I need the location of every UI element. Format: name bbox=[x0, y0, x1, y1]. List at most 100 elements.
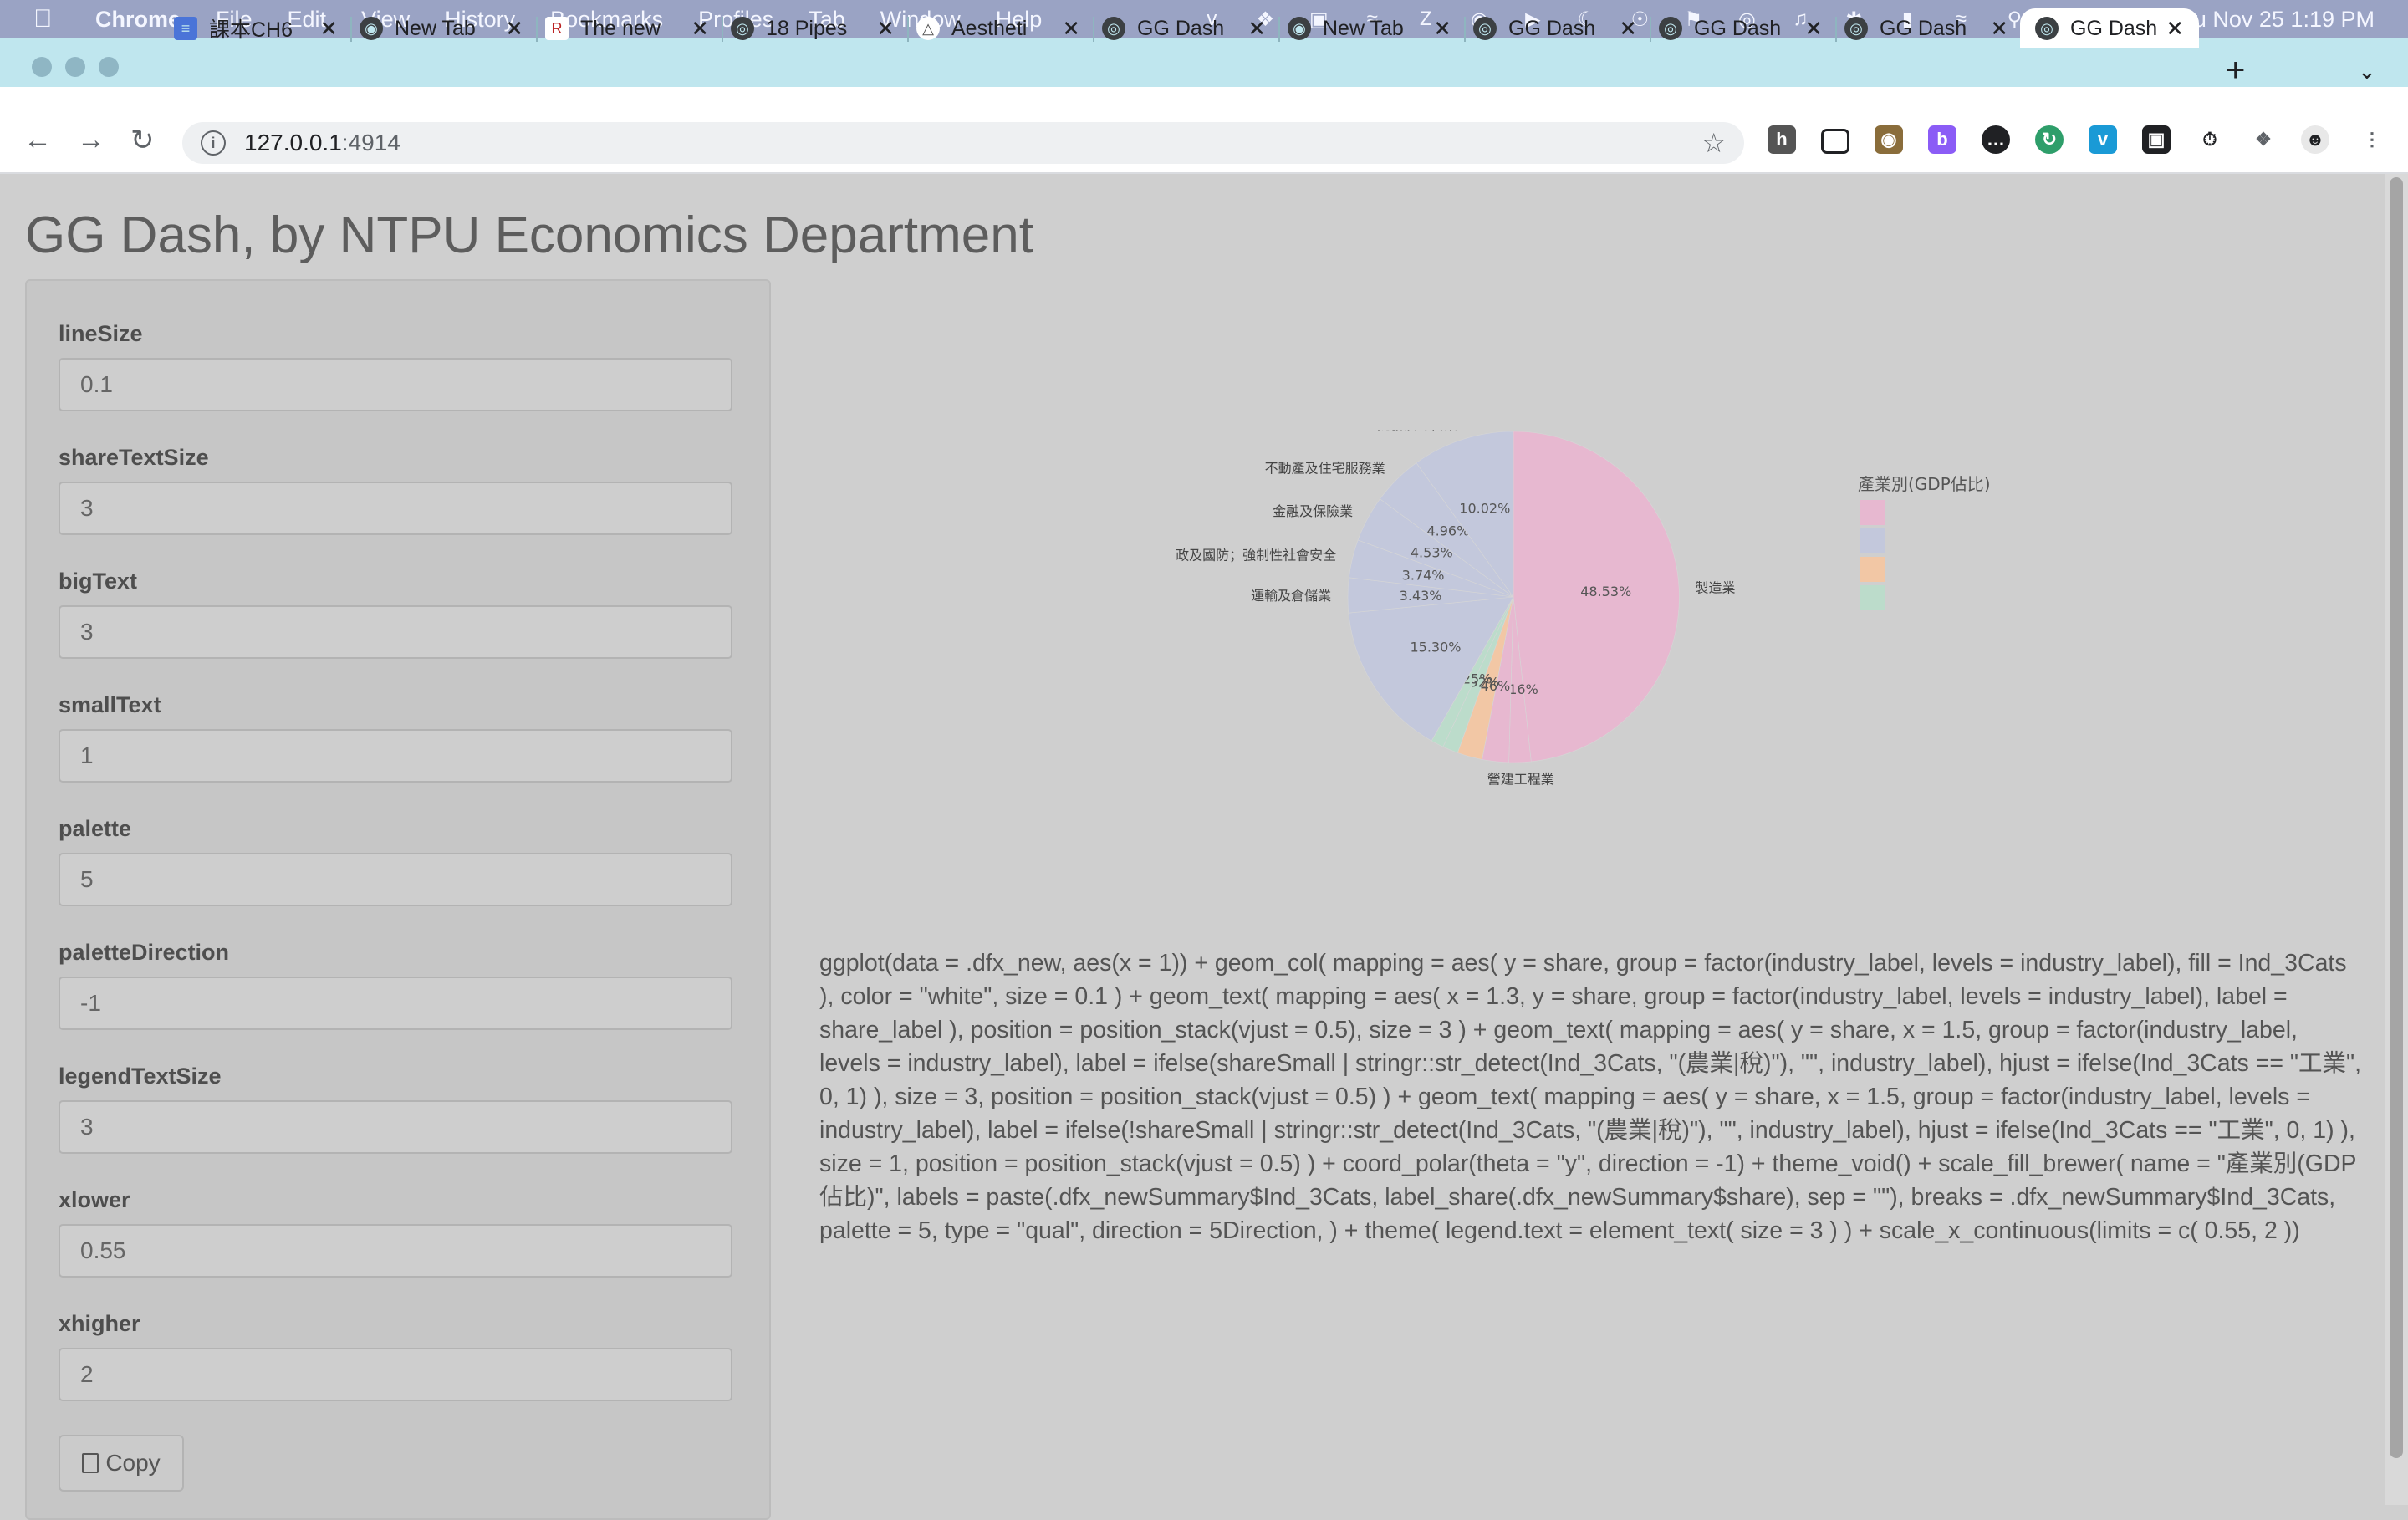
pie-category-label-8: 政及國防；強制性社會安全 bbox=[1176, 548, 1336, 564]
tab-active[interactable]: ◎ GG Dash ✕ bbox=[2020, 8, 2199, 48]
close-window-button[interactable] bbox=[32, 57, 52, 77]
timer-icon[interactable]: ⏱ bbox=[2196, 125, 2224, 154]
pie-share-label-6: 15.30% bbox=[1410, 639, 1461, 655]
tab-title: GG Dash bbox=[1880, 16, 1967, 40]
tab-1[interactable]: ≡ 課本CH6 ✕ bbox=[174, 8, 338, 48]
input-shareTextSize[interactable]: 3 bbox=[59, 482, 732, 535]
page-title: GG Dash, by NTPU Economics Department bbox=[25, 207, 1033, 264]
menu-app-name[interactable]: Chrome bbox=[95, 7, 181, 33]
close-tab-icon[interactable]: ✕ bbox=[1247, 16, 1266, 42]
close-tab-icon[interactable]: ✕ bbox=[1062, 16, 1080, 42]
tab-5[interactable]: △ Aestheti ✕ bbox=[907, 8, 1080, 48]
copy-button[interactable]: Copy bbox=[59, 1435, 184, 1492]
sync-icon[interactable]: ↻ bbox=[2035, 125, 2064, 154]
minimize-window-button[interactable] bbox=[65, 57, 85, 77]
pie-category-label-7: 運輸及倉儲業 bbox=[1251, 588, 1331, 604]
globe-icon: ◎ bbox=[1473, 17, 1497, 40]
tab-4[interactable]: ◎ 18 Pipes ✕ bbox=[722, 8, 895, 48]
input-xlower[interactable]: 0.55 bbox=[59, 1224, 732, 1278]
tab-7[interactable]: ◉ New Tab ✕ bbox=[1278, 8, 1451, 48]
close-tab-icon[interactable]: ✕ bbox=[876, 16, 895, 42]
tab-title: GG Dash bbox=[1694, 16, 1782, 40]
close-tab-icon[interactable]: ✕ bbox=[691, 16, 709, 42]
input-paletteDirection[interactable]: -1 bbox=[59, 977, 732, 1030]
square-ext-icon[interactable]: ▣ bbox=[2142, 125, 2171, 154]
label-xhigher: xhigher bbox=[59, 1311, 140, 1336]
label-smallText: smallText bbox=[59, 692, 161, 717]
docs-icon: ≡ bbox=[174, 17, 197, 40]
tab-title: New Tab bbox=[1323, 16, 1404, 40]
close-tab-icon[interactable]: ✕ bbox=[505, 16, 523, 42]
close-tab-icon[interactable]: ✕ bbox=[2166, 16, 2184, 42]
url-host: 127.0.0.1 bbox=[244, 130, 342, 156]
label-lineSize: lineSize bbox=[59, 321, 143, 346]
close-tab-icon[interactable]: ✕ bbox=[319, 16, 338, 42]
clipboard-icon bbox=[82, 1453, 99, 1473]
legend-title: 產業別(GDP佔比) bbox=[1858, 474, 1991, 494]
pie-category-label-9: 金融及保險業 bbox=[1273, 503, 1353, 519]
bookmark-star-icon[interactable]: ☆ bbox=[1701, 127, 1726, 159]
tab-10[interactable]: ◎ GG Dash ✕ bbox=[1835, 8, 2008, 48]
tab-search-icon[interactable]: ⌄ bbox=[2358, 59, 2376, 84]
extension-h-icon[interactable]: h bbox=[1768, 125, 1796, 154]
legend-key-1 bbox=[1860, 528, 1885, 553]
zoom-window-button[interactable] bbox=[99, 57, 119, 77]
extension-b-icon[interactable]: b bbox=[1928, 125, 1956, 154]
pip-icon[interactable] bbox=[1821, 129, 1849, 154]
label-paletteDirection: paletteDirection bbox=[59, 940, 230, 965]
close-tab-icon[interactable]: ✕ bbox=[1619, 16, 1637, 42]
globe-icon: ◎ bbox=[731, 17, 754, 40]
tab-6[interactable]: ◎ GG Dash ✕ bbox=[1093, 8, 1266, 48]
tab-title: The new bbox=[580, 16, 661, 40]
input-palette[interactable]: 5 bbox=[59, 853, 732, 906]
label-legendTextSize: legendTextSize bbox=[59, 1063, 222, 1089]
cran-icon: △ bbox=[916, 17, 940, 40]
label-shareTextSize: shareTextSize bbox=[59, 445, 209, 470]
input-legendTextSize[interactable]: 3 bbox=[59, 1100, 732, 1154]
profile-avatar[interactable]: ☻ bbox=[2301, 125, 2329, 154]
url-text[interactable]: 127.0.0.1:4914 bbox=[244, 130, 400, 156]
globe-icon: ◎ bbox=[1844, 17, 1868, 40]
input-lineSize[interactable]: 0.1 bbox=[59, 358, 732, 411]
tab-title: 課本CH6 bbox=[209, 18, 293, 42]
chrome-icon: ◉ bbox=[1288, 17, 1311, 40]
input-bigText[interactable]: 3 bbox=[59, 605, 732, 659]
tab-title: GG Dash bbox=[1137, 16, 1225, 40]
input-xhigher[interactable]: 2 bbox=[59, 1348, 732, 1401]
forward-button[interactable]: → bbox=[77, 124, 105, 156]
label-xlower: xlower bbox=[59, 1187, 130, 1212]
tab-title: New Tab bbox=[395, 16, 476, 40]
vimeo-ext-icon[interactable]: v bbox=[2089, 125, 2117, 154]
pie-share-label-11: 10.02% bbox=[1459, 501, 1510, 517]
input-smallText[interactable]: 1 bbox=[59, 729, 732, 783]
tab-title: 18 Pipes bbox=[766, 16, 848, 40]
input-sidebar: lineSize 0.1 shareTextSize 3 bigText 3 s… bbox=[25, 279, 771, 1520]
close-tab-icon[interactable]: ✕ bbox=[1433, 16, 1451, 42]
globe-icon: ◎ bbox=[1659, 17, 1682, 40]
pie-category-label-10: 不動產及住宅服務業 bbox=[1265, 460, 1385, 476]
address-bar[interactable]: i 127.0.0.1:4914 ☆ bbox=[182, 122, 1744, 164]
reload-button[interactable]: ↻ bbox=[130, 124, 155, 157]
tab-3[interactable]: R The new ✕ bbox=[536, 8, 709, 48]
new-tab-button[interactable]: + bbox=[2226, 52, 2245, 89]
page-scrollbar[interactable] bbox=[2385, 174, 2408, 1505]
scrollbar-thumb[interactable] bbox=[2390, 177, 2403, 1458]
r-icon: R bbox=[545, 17, 569, 40]
owl-icon[interactable]: ◉ bbox=[1875, 125, 1903, 154]
label-bigText: bigText bbox=[59, 569, 137, 594]
browser-menu-icon[interactable]: ⋮ bbox=[2358, 125, 2386, 154]
globe-icon: ◎ bbox=[1102, 17, 1125, 40]
close-tab-icon[interactable]: ✕ bbox=[1804, 16, 1823, 42]
extensions-puzzle-icon[interactable]: ❖ bbox=[2249, 125, 2278, 154]
info-icon[interactable]: i bbox=[201, 130, 226, 156]
window-controls bbox=[32, 57, 119, 77]
close-tab-icon[interactable]: ✕ bbox=[1990, 16, 2008, 42]
chat-icon[interactable]: … bbox=[1982, 125, 2010, 154]
tab-8[interactable]: ◎ GG Dash ✕ bbox=[1464, 8, 1637, 48]
tab-9[interactable]: ◎ GG Dash ✕ bbox=[1650, 8, 1823, 48]
tab-2[interactable]: ◉ New Tab ✕ bbox=[350, 8, 523, 48]
back-button[interactable]: ← bbox=[23, 124, 52, 156]
apple-icon[interactable]:  bbox=[33, 5, 67, 33]
legend-key-0 bbox=[1860, 500, 1885, 525]
pie-category-label-1: 營建工程業 bbox=[1487, 772, 1554, 788]
